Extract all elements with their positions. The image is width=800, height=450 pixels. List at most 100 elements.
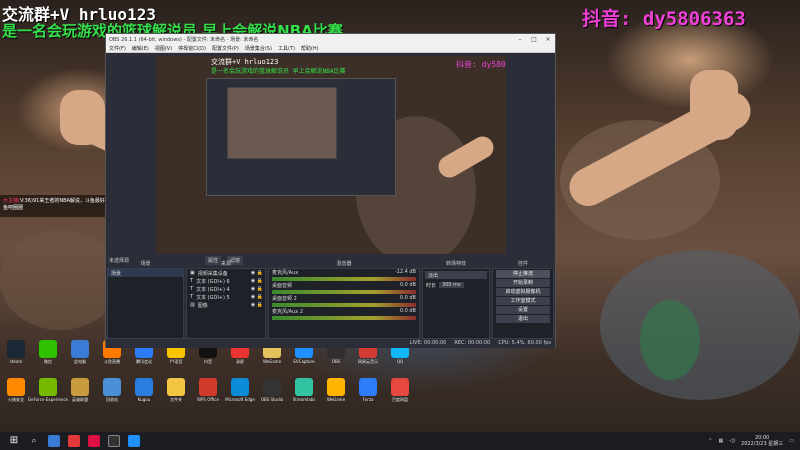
- desktop-icon[interactable]: 文件夹: [163, 378, 189, 403]
- desktop-icon[interactable]: 微信: [35, 340, 61, 365]
- desktop-icon[interactable]: WeGame: [323, 378, 349, 402]
- desktop-icon-label: WPS Office: [197, 397, 219, 402]
- desktop-icon-label: 此电脑: [74, 359, 86, 364]
- track-name: 麦克风/Aux 2: [272, 309, 304, 315]
- desktop-icon-label: 火绒安全: [8, 397, 24, 402]
- maximize-icon[interactable]: □: [527, 36, 541, 43]
- minimize-icon[interactable]: –: [513, 36, 527, 43]
- visibility-icon[interactable]: ◉ 🔒: [251, 278, 265, 284]
- obs-taskbar-icon[interactable]: [108, 435, 120, 447]
- transitions-dock: 淡出 时长 300 ms: [422, 268, 490, 342]
- visibility-icon[interactable]: ◉ 🔒: [251, 286, 265, 292]
- desktop-icon[interactable]: GeForce Experience: [28, 378, 68, 402]
- volume-icon[interactable]: ◁): [729, 438, 735, 444]
- app-icon: [7, 378, 25, 396]
- source-item[interactable]: ▣ 视频采集设备 ◉ 🔒: [187, 269, 265, 277]
- app-icon: [231, 378, 249, 396]
- network-icon[interactable]: ▦: [719, 438, 724, 444]
- clock-date: 2022/3/23 星期三: [741, 441, 784, 447]
- chrome-taskbar-icon[interactable]: [128, 435, 140, 447]
- control-button[interactable]: 停止推流: [496, 270, 550, 278]
- notification-icon[interactable]: ▭: [789, 438, 794, 444]
- controls-dock-title: 控件: [517, 261, 528, 267]
- desktop-icon[interactable]: 火绒安全: [3, 378, 29, 403]
- desktop-icon[interactable]: Kugou: [131, 378, 157, 402]
- controls-dock: 停止推流 开始录制 启动虚拟摄像机 工作室模式 设置 退出: [492, 268, 554, 342]
- source-item[interactable]: ▨ 图像 ◉ 🔒: [187, 301, 265, 309]
- duration-input[interactable]: 300 ms: [439, 282, 464, 288]
- app-icon: [391, 378, 409, 396]
- menu-item[interactable]: 停靠窗口(D): [178, 45, 206, 52]
- preview-overlay-intro: 是一名会玩游戏的篮球解说员 早上会解说NBA比赛: [211, 68, 346, 75]
- track-name: 麦克风/Aux: [272, 270, 299, 276]
- desktop-icon-label: OBS: [331, 359, 341, 364]
- track-name: 桌面音频 2: [272, 296, 297, 302]
- close-icon[interactable]: ×: [541, 36, 555, 43]
- desktop-icon[interactable]: 英雄联盟: [67, 378, 93, 403]
- desktop-icon[interactable]: Microsoft Edge: [225, 378, 255, 402]
- desktop-icon-label: YY语音: [169, 359, 183, 364]
- app-icon: [7, 340, 25, 358]
- desktop-icon[interactable]: Streamlabs: [291, 378, 317, 402]
- desktop-icon[interactable]: 百度网盘: [387, 378, 413, 403]
- search-icon[interactable]: ⌕: [28, 435, 40, 447]
- desktop-icon-label: 百度网盘: [392, 397, 408, 402]
- desktop-icon-label: 网易云音乐: [358, 359, 378, 364]
- app-icon: [327, 378, 345, 396]
- control-button[interactable]: 启动虚拟摄像机: [496, 288, 550, 296]
- volume-slider[interactable]: [272, 303, 416, 307]
- obs-window[interactable]: OBS 26.1.1 (64-bit, windows) - 配置文件: 未命名…: [105, 33, 556, 348]
- control-button[interactable]: 工作室模式: [496, 297, 550, 305]
- app-icon: [103, 378, 121, 396]
- control-button[interactable]: 退出: [496, 315, 550, 323]
- desktop-icon-label: 回收站: [106, 397, 118, 402]
- obs-titlebar[interactable]: OBS 26.1.1 (64-bit, windows) - 配置文件: 未命名…: [106, 34, 555, 44]
- desktop-icon[interactable]: Forza: [355, 378, 381, 402]
- desktop-icon-label: 录屏: [236, 359, 244, 364]
- volume-slider[interactable]: [272, 316, 416, 320]
- source-label: 图像: [197, 302, 208, 309]
- tray-up-icon[interactable]: ⌃: [708, 438, 712, 444]
- menu-item[interactable]: 配置文件(P): [212, 45, 239, 52]
- visibility-icon[interactable]: ◉ 🔒: [251, 294, 265, 300]
- menu-item[interactable]: 场景集合(S): [245, 45, 272, 52]
- app-icon-red[interactable]: [68, 435, 80, 447]
- control-button[interactable]: 设置: [496, 306, 550, 314]
- menu-item[interactable]: 帮助(H): [301, 45, 319, 52]
- clock[interactable]: 20:00 2022/3/23 星期三: [741, 435, 783, 447]
- visibility-icon[interactable]: ◉ 🔒: [251, 270, 265, 276]
- desktop-icon[interactable]: WPS Office: [195, 378, 221, 402]
- visibility-icon[interactable]: ◉ 🔒: [251, 302, 265, 308]
- windows-start-icon[interactable]: ⊞: [8, 435, 20, 447]
- volume-slider[interactable]: [272, 290, 416, 294]
- explorer-icon[interactable]: [48, 435, 60, 447]
- desktop-icon-label: steam: [9, 359, 23, 364]
- app-icon: [135, 378, 153, 396]
- scenes-dock: 场景: [107, 268, 184, 342]
- desktop-icon-label: OBS Studio: [260, 397, 284, 402]
- scene-item[interactable]: 场景: [108, 269, 183, 277]
- obs-preview-canvas[interactable]: 交流群+V hrluo123 是一名会玩游戏的篮球解说员 早上会解说NBA比赛 …: [156, 56, 506, 286]
- menu-item[interactable]: 文件(F): [109, 45, 126, 52]
- desktop-icon-label: 英雄联盟: [72, 397, 88, 402]
- control-button[interactable]: 开始录制: [496, 279, 550, 287]
- menu-item[interactable]: 视图(V): [155, 45, 172, 52]
- desktop-icon-label: Streamlabs: [292, 397, 316, 402]
- source-item[interactable]: T 文本 (GDI+) 5 ◉ 🔒: [187, 293, 265, 301]
- volume-slider[interactable]: [272, 277, 416, 281]
- menu-item[interactable]: 工具(T): [278, 45, 295, 52]
- source-item[interactable]: T 文本 (GDI+) 4 ◉ 🔒: [187, 285, 265, 293]
- wps-taskbar-icon[interactable]: [88, 435, 100, 447]
- text-icon: T: [190, 294, 194, 300]
- menu-item[interactable]: 编辑(E): [132, 45, 149, 52]
- desktop-icon[interactable]: OBS Studio: [259, 378, 285, 402]
- desktop-icon[interactable]: 回收站: [99, 378, 125, 403]
- desktop-icon[interactable]: steam: [3, 340, 29, 364]
- transition-select[interactable]: 淡出: [425, 271, 487, 279]
- desktop-icon[interactable]: 此电脑: [67, 340, 93, 365]
- cpu-fps: CPU: 5.4%, 60.00 fps: [498, 340, 551, 346]
- source-item[interactable]: T 文本 (GDI+) 6 ◉ 🔒: [187, 277, 265, 285]
- obs-menubar: 文件(F) 编辑(E) 视图(V) 停靠窗口(D) 配置文件(P) 场景集合(S) 工具(T…: [106, 44, 555, 53]
- source-label: 文本 (GDI+) 4: [196, 286, 230, 293]
- nested-obs-window: [206, 78, 396, 196]
